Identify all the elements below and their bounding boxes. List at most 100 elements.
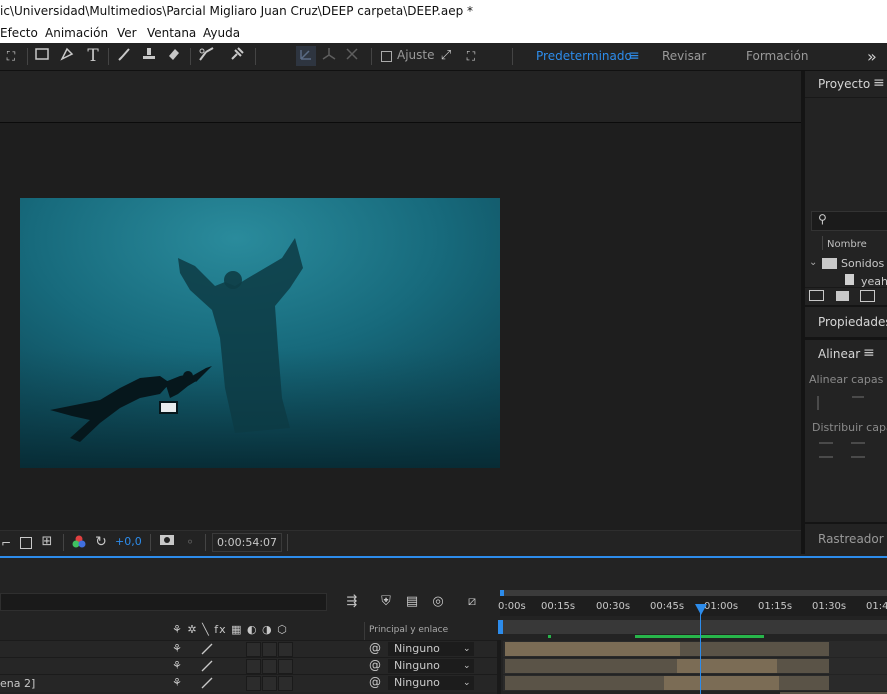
playhead-handle[interactable] (695, 604, 707, 615)
shy-switch-icon[interactable]: ⚘ (172, 642, 182, 655)
column-divider (364, 622, 365, 640)
parent-dropdown[interactable]: Ninguno ⌄ (388, 642, 474, 656)
project-panel-tab[interactable]: Proyecto (818, 77, 870, 91)
frame-blend-switch[interactable] (262, 642, 277, 657)
quality-switch-icon[interactable] (200, 642, 214, 656)
clone-stamp-tool-icon[interactable] (140, 46, 158, 66)
work-area-start-handle[interactable] (500, 590, 504, 596)
align-center-icon[interactable] (852, 396, 864, 412)
quality-switch-icon[interactable] (200, 676, 214, 690)
puppet-pin-tool-icon[interactable] (228, 46, 246, 66)
motion-blur-switch[interactable] (278, 676, 293, 691)
guides-options-icon[interactable]: ⊞ (38, 532, 56, 552)
layer-row[interactable]: ⚘ @ Ninguno ⌄ (0, 657, 497, 675)
show-snapshot-icon[interactable]: ⚬ (182, 532, 198, 552)
motion-blur-switch[interactable] (278, 659, 293, 674)
menu-bar: Efecto Animación Ver Ventana Ayuda (0, 23, 887, 43)
work-area-bar[interactable] (500, 620, 887, 634)
menu-efecto[interactable]: Efecto (0, 23, 38, 43)
pick-whip-icon[interactable]: @ (369, 658, 381, 672)
effects-switch[interactable] (246, 659, 261, 674)
project-file-name[interactable]: yeah (861, 275, 887, 287)
transparency-grid-icon[interactable] (20, 537, 32, 549)
shy-switch-icon[interactable]: ⚘ (172, 659, 182, 672)
menu-animacion[interactable]: Animación (45, 23, 108, 43)
axis-mode-local-icon[interactable] (296, 46, 316, 66)
reset-exposure-icon[interactable]: ↻ (93, 532, 109, 552)
workspaces-overflow-icon[interactable]: » (867, 43, 877, 70)
layer-row[interactable]: ⚘ @ Ninguno ⌄ (0, 640, 497, 658)
project-panel-header: Proyecto ≡ (805, 71, 887, 98)
new-composition-icon[interactable] (860, 290, 875, 302)
region-icon[interactable]: ⌐ (0, 533, 12, 553)
menu-ventana[interactable]: Ventana (147, 23, 196, 43)
panel-menu-icon[interactable]: ≡ (863, 345, 875, 361)
pen-tool-icon[interactable] (58, 46, 76, 66)
layer-row[interactable]: ena 2] ⚘ @ Ninguno ⌄ (0, 674, 497, 692)
menu-ver[interactable]: Ver (117, 23, 137, 43)
panel-menu-icon[interactable]: ≡ (873, 75, 885, 91)
properties-panel-tab[interactable]: Propiedades: S (818, 315, 887, 329)
snap-expand-icon[interactable]: ⤢ (437, 46, 455, 66)
axis-mode-world-icon[interactable] (320, 46, 338, 66)
timeline-search-input[interactable] (0, 593, 327, 611)
snap-frame-icon[interactable]: ⛶ (462, 46, 480, 66)
axis-mode-view-icon[interactable] (343, 46, 361, 66)
effects-switch[interactable] (246, 676, 261, 691)
work-area-start[interactable] (498, 620, 503, 634)
composition-flowchart-icon[interactable]: ⇶ (343, 592, 361, 612)
effects-switch[interactable] (246, 642, 261, 657)
align-left-icon[interactable] (817, 396, 833, 410)
layer-duration-bar[interactable] (505, 659, 829, 673)
layer-active-span[interactable] (677, 659, 777, 673)
time-navigator[interactable] (500, 590, 887, 596)
align-panel-tab[interactable]: Alinear (818, 347, 860, 361)
parent-dropdown[interactable]: Ninguno ⌄ (388, 659, 474, 673)
rectangle-tool-icon[interactable] (33, 46, 51, 66)
motion-blur-icon[interactable]: ◎ (429, 592, 447, 612)
frame-blend-switch[interactable] (262, 676, 277, 691)
graph-editor-icon[interactable]: ⧄ (463, 592, 481, 612)
frame-blend-switch[interactable] (262, 659, 277, 674)
project-folder-name[interactable]: Sonidos (841, 257, 884, 270)
eraser-tool-icon[interactable] (165, 46, 183, 66)
workspace-menu-icon[interactable]: ≡ (628, 43, 640, 70)
quality-switch-icon[interactable] (200, 659, 214, 673)
roto-brush-tool-icon[interactable] (197, 46, 217, 66)
frame-blending-icon[interactable]: ▤ (403, 592, 421, 612)
parent-link-header[interactable]: Principal y enlace (369, 625, 448, 635)
snapshot-camera-icon[interactable] (158, 532, 176, 552)
color-channels-icon[interactable] (72, 535, 86, 549)
interpret-footage-icon[interactable] (809, 290, 824, 301)
workspace-formacion[interactable]: Formación (746, 43, 808, 70)
folder-expand-icon[interactable]: ⌄ (809, 257, 817, 268)
menu-ayuda[interactable]: Ayuda (203, 23, 240, 43)
project-search-input[interactable]: ⚲ (811, 211, 887, 231)
new-folder-icon[interactable] (836, 291, 849, 301)
motion-blur-switch[interactable] (278, 642, 293, 657)
exposure-value[interactable]: +0,0 (115, 535, 142, 548)
distribute-top-icon[interactable] (819, 442, 833, 458)
brush-tool-icon[interactable] (115, 46, 133, 66)
snap-checkbox[interactable] (381, 51, 392, 62)
draft-3d-icon[interactable]: ⛨ (377, 592, 395, 612)
distribute-center-icon[interactable] (851, 442, 865, 458)
parent-dropdown[interactable]: Ninguno ⌄ (388, 676, 474, 690)
parent-dropdown-value: Ninguno (394, 659, 440, 672)
tracker-panel-tab[interactable]: Rastreador (818, 532, 884, 546)
current-time-display[interactable]: 0:00:54:07 (212, 533, 282, 552)
pick-whip-icon[interactable]: @ (369, 675, 381, 689)
layer-active-span[interactable] (664, 676, 779, 690)
layer-name[interactable]: ena 2] (0, 677, 35, 690)
shy-switch-icon[interactable]: ⚘ (172, 676, 182, 689)
composition-frame[interactable] (20, 198, 500, 468)
workspace-predeterminado[interactable]: Predeterminado (536, 43, 632, 70)
playhead-line[interactable] (700, 604, 701, 694)
workspace-revisar[interactable]: Revisar (662, 43, 706, 70)
name-column-header[interactable]: Nombre (827, 239, 867, 250)
timeline-splitter[interactable] (497, 640, 501, 694)
region-of-interest-icon[interactable]: ⛶ (2, 46, 20, 66)
layer-active-span[interactable] (505, 642, 680, 656)
pick-whip-icon[interactable]: @ (369, 641, 381, 655)
type-tool-icon[interactable]: T (83, 46, 103, 66)
